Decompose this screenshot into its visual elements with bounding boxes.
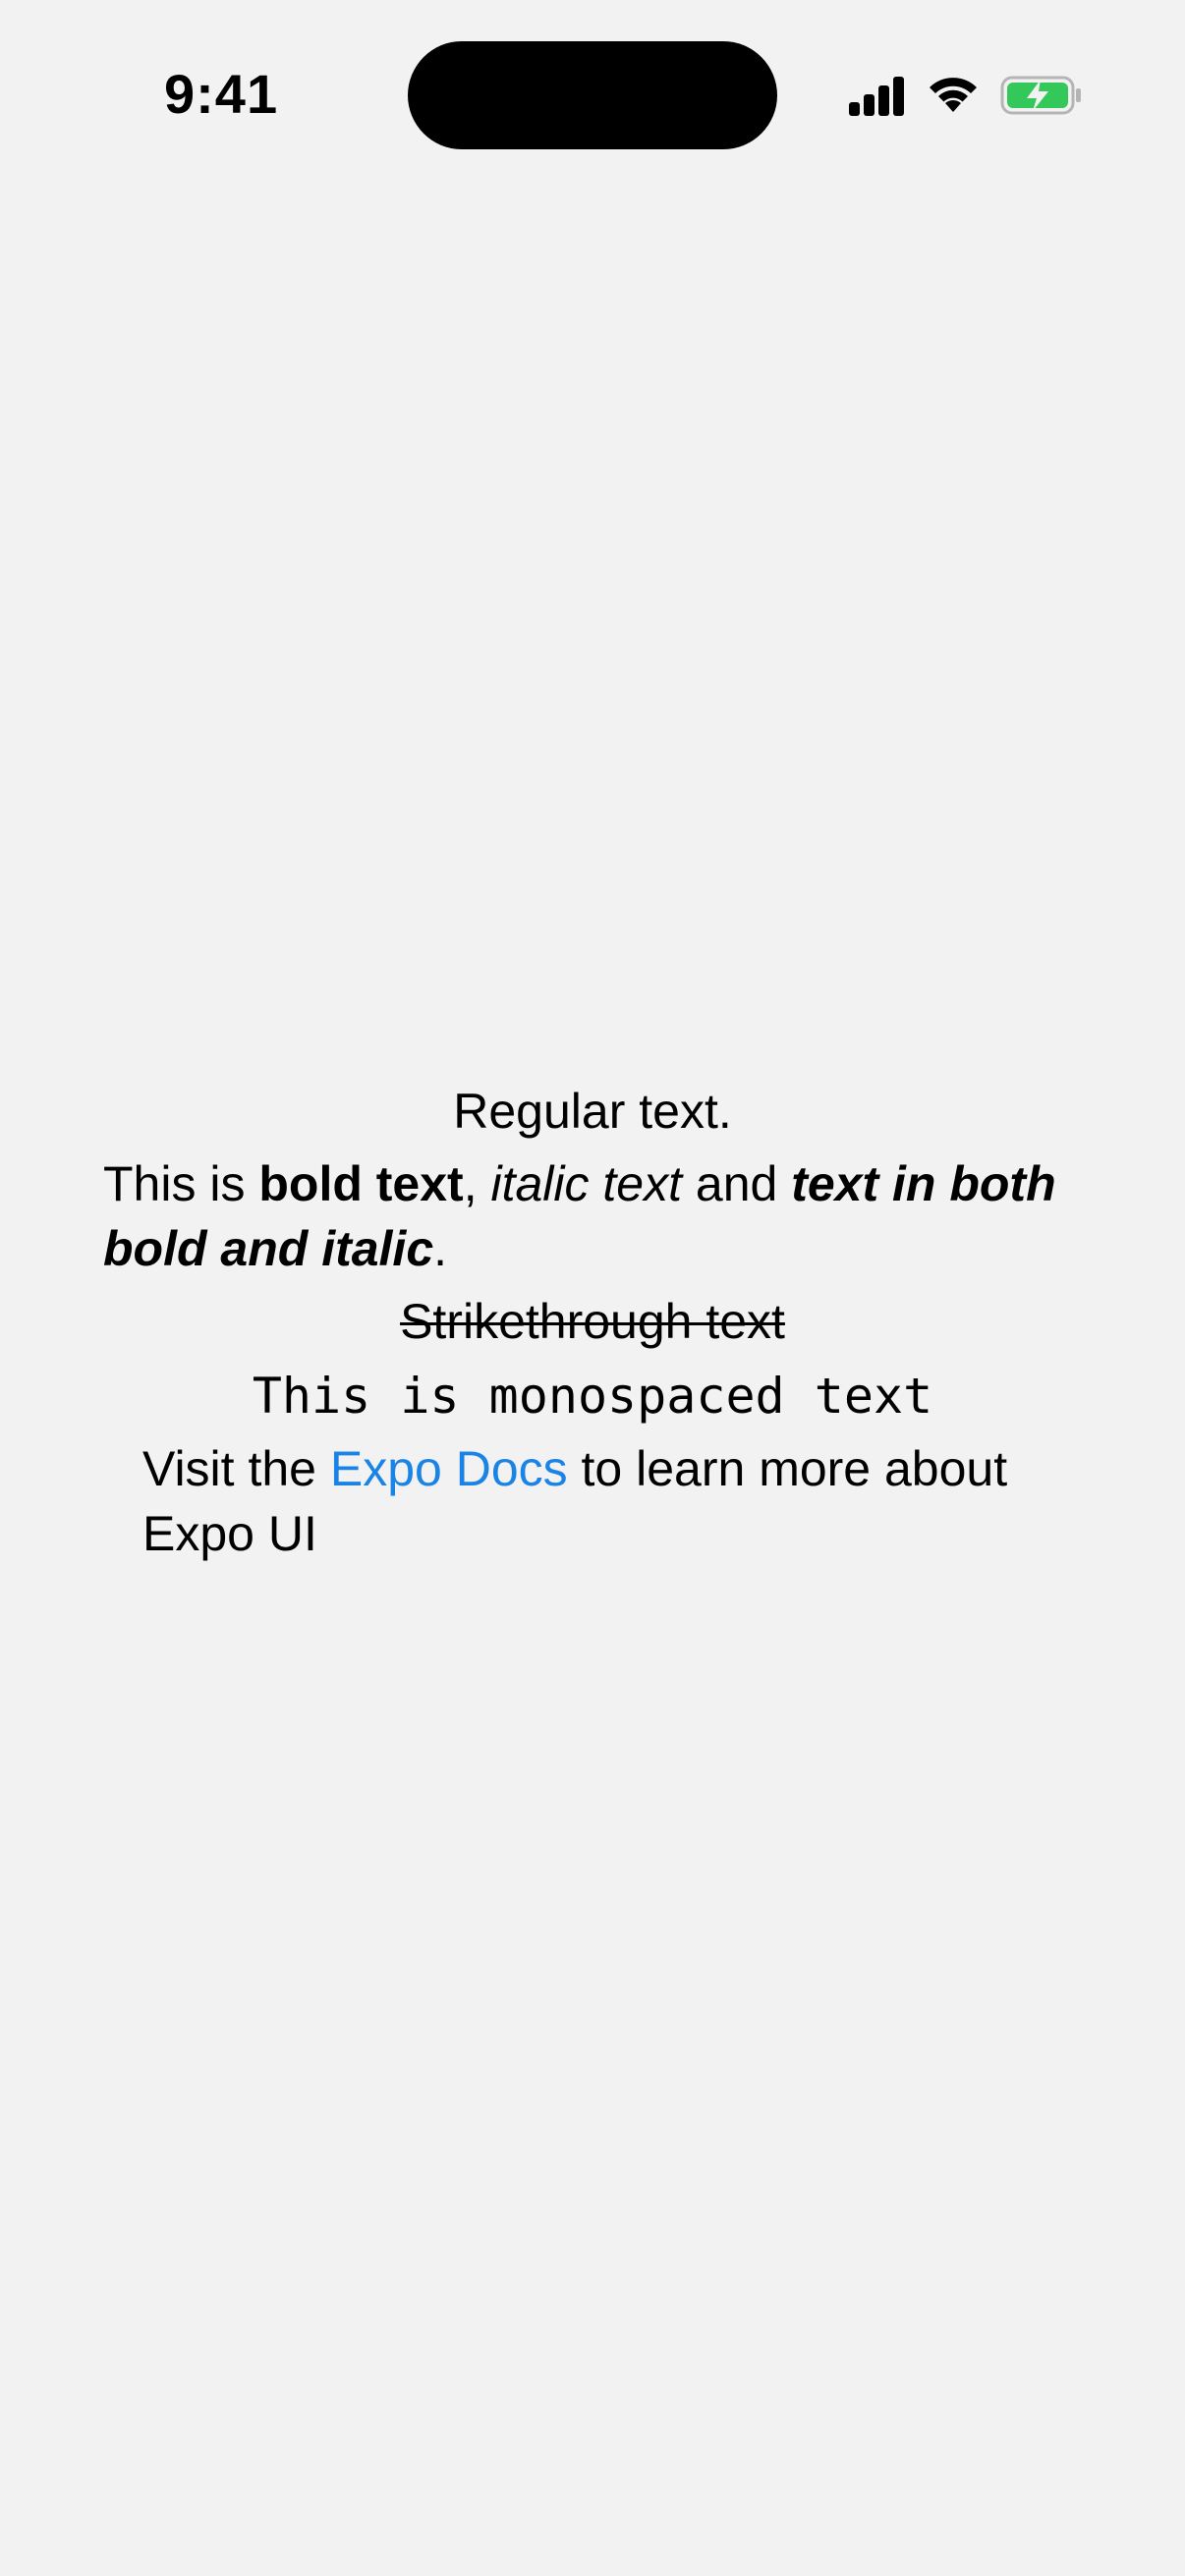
status-icons <box>847 71 1083 120</box>
cellular-signal-icon <box>849 77 904 116</box>
rich-text-paragraph: This is bold text, italic text and text … <box>0 1151 1185 1281</box>
regular-text: Regular text. <box>453 1084 732 1139</box>
status-time: 9:41 <box>164 63 279 125</box>
link-prefix: Visit the <box>142 1441 330 1496</box>
battery-charging-icon <box>1000 76 1081 115</box>
rich-and: and <box>682 1156 792 1211</box>
docs-link-paragraph: Visit the Expo Docs to learn more about … <box>0 1436 1185 1566</box>
expo-docs-link[interactable]: Expo Docs <box>330 1441 568 1496</box>
status-bar: 9:41 <box>0 0 1185 196</box>
bold-text: bold text <box>258 1156 464 1211</box>
wifi-icon <box>930 78 977 112</box>
strikethrough-text: Strikethrough text <box>400 1294 785 1349</box>
rich-comma: , <box>463 1156 491 1211</box>
rich-period: . <box>433 1221 448 1276</box>
italic-text: italic text <box>490 1156 682 1211</box>
text-examples: Regular text. This is bold text, italic … <box>0 1079 1185 1566</box>
monospace-text: This is monospaced text <box>252 1368 933 1425</box>
dynamic-island <box>408 41 777 149</box>
rich-prefix: This is <box>103 1156 259 1211</box>
